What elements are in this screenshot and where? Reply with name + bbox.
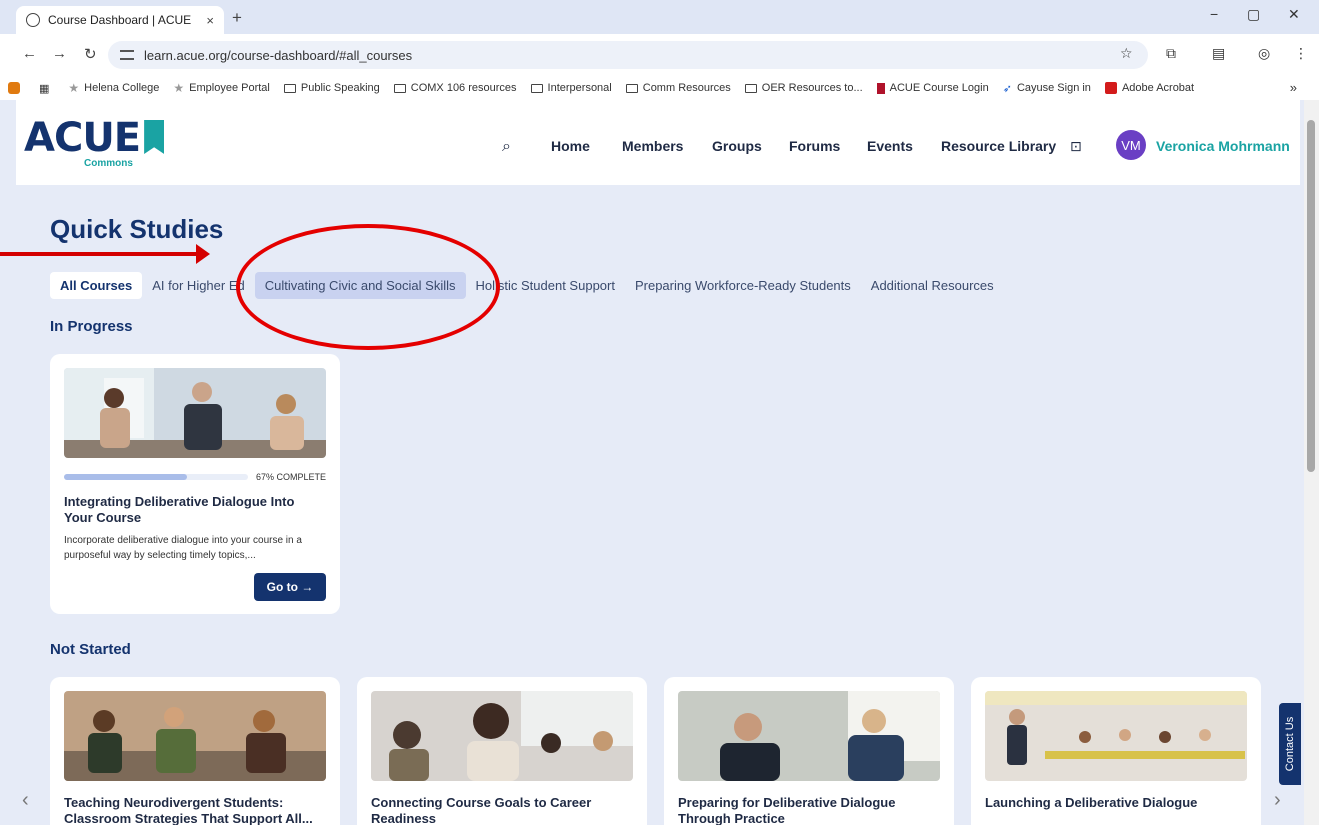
bookmark-cayuse[interactable]: ➶ Cayuse Sign in <box>1003 82 1091 95</box>
search-icon[interactable]: ⌕ <box>502 138 511 156</box>
course-title[interactable]: Launching a Deliberative Dialogue <box>985 795 1247 811</box>
course-thumbnail <box>371 691 633 781</box>
logo-flag-icon <box>144 120 165 154</box>
acue-logo[interactable]: ACUE Commons <box>24 115 165 169</box>
logo-text: ACUE <box>24 115 141 161</box>
folder-icon <box>393 83 406 93</box>
nav-home[interactable]: Home <box>551 138 590 154</box>
course-thumbnail <box>678 691 940 781</box>
logo-subtitle: Commons <box>84 158 133 169</box>
bookmark-adobe-acrobat[interactable]: Adobe Acrobat <box>1104 82 1194 94</box>
close-window-button[interactable]: ✕ <box>1288 6 1300 23</box>
progress-fill <box>64 474 188 480</box>
avatar[interactable]: VM <box>1116 130 1146 160</box>
course-thumbnail <box>64 691 326 781</box>
course-card-in-progress[interactable]: 67% COMPLETE Integrating Deliberative Di… <box>50 354 340 614</box>
scrollbar-thumb[interactable] <box>1307 120 1315 472</box>
url-text: learn.acue.org/course-dashboard/#all_cou… <box>144 47 413 63</box>
course-card[interactable]: Teaching Neurodivergent Students: Classr… <box>50 677 340 825</box>
course-thumbnail <box>64 368 326 458</box>
page-title: Quick Studies <box>50 214 224 244</box>
star-icon: ★ <box>68 81 80 95</box>
course-title[interactable]: Integrating Deliberative Dialogue Into Y… <box>64 494 314 526</box>
bookmark-star-icon[interactable]: ☆ <box>1120 45 1133 62</box>
course-title[interactable]: Teaching Neurodivergent Students: Classr… <box>64 795 326 825</box>
annotation-arrow <box>0 252 200 256</box>
acrobat-icon <box>1104 82 1117 94</box>
tab-all-courses[interactable]: All Courses <box>50 271 143 299</box>
carousel-next-icon[interactable]: › <box>1274 789 1281 812</box>
apps-grid-icon[interactable]: ▦ <box>39 82 54 95</box>
bookmark-public-speaking[interactable]: Public Speaking <box>283 82 380 94</box>
not-started-heading: Not Started <box>50 641 131 658</box>
course-title[interactable]: Connecting Course Goals to Career Readin… <box>371 795 633 825</box>
inbox-icon[interactable]: ⊡ <box>1070 138 1082 155</box>
course-description: Incorporate deliberative dialogue into y… <box>64 535 302 561</box>
extension-icon[interactable] <box>8 82 25 94</box>
minimize-button[interactable]: − <box>1210 6 1218 22</box>
nav-groups[interactable]: Groups <box>712 138 762 154</box>
folder-icon <box>283 83 296 93</box>
course-title[interactable]: Preparing for Deliberative Dialogue Thro… <box>678 795 940 825</box>
nav-members[interactable]: Members <box>622 138 683 154</box>
annotation-arrow-head <box>196 244 210 264</box>
course-card[interactable]: Launching a Deliberative Dialogue <box>971 677 1261 825</box>
course-filter-tabs: All Courses AI for Higher Ed Cultivating… <box>50 270 1004 300</box>
address-bar[interactable]: learn.acue.org/course-dashboard/#all_cou… <box>108 41 1148 69</box>
folder-icon <box>625 83 638 93</box>
reading-list-icon[interactable]: ▤ <box>1212 45 1225 62</box>
forward-arrow-icon[interactable]: → <box>52 45 67 62</box>
browser-tab[interactable]: Course Dashboard | ACUE × <box>16 6 224 34</box>
globe-icon <box>26 13 40 27</box>
new-tab-button[interactable]: + <box>232 8 242 28</box>
nav-resource-library[interactable]: Resource Library <box>941 138 1056 154</box>
star-icon: ★ <box>173 81 185 95</box>
site-settings-icon[interactable] <box>120 50 134 60</box>
site-header: ACUE Commons ⌕ Home Members Groups Forum… <box>16 100 1300 185</box>
browser-navbar: ← → ↻ learn.acue.org/course-dashboard/#a… <box>0 34 1319 76</box>
bookmark-helena-college[interactable]: ★ Helena College <box>68 81 159 95</box>
bookmark-icon <box>876 82 885 94</box>
bookmark-comx106[interactable]: COMX 106 resources <box>393 82 517 94</box>
browser-tabbar: Course Dashboard | ACUE × + − ▢ ✕ <box>0 0 1319 34</box>
course-thumbnail <box>985 691 1247 781</box>
folder-icon <box>530 83 543 93</box>
profile-icon[interactable]: ◎ <box>1258 45 1270 62</box>
user-name[interactable]: Veronica Mohrmann <box>1156 138 1290 154</box>
bookmark-interpersonal[interactable]: Interpersonal <box>530 82 612 94</box>
cayuse-icon: ➶ <box>1002 82 1012 95</box>
nav-events[interactable]: Events <box>867 138 913 154</box>
tab-close-icon[interactable]: × <box>206 13 214 28</box>
back-arrow-icon[interactable]: ← <box>22 45 37 62</box>
bookmark-employee-portal[interactable]: ★ Employee Portal <box>173 81 269 95</box>
tab-workforce-ready[interactable]: Preparing Workforce-Ready Students <box>625 272 861 299</box>
contact-us-button[interactable]: Contact Us <box>1279 703 1301 785</box>
progress-bar <box>64 474 248 480</box>
restore-button[interactable]: ▢ <box>1247 6 1260 23</box>
extensions-icon[interactable]: ⧉ <box>1166 45 1176 62</box>
nav-forums[interactable]: Forums <box>789 138 840 154</box>
course-card[interactable]: Preparing for Deliberative Dialogue Thro… <box>664 677 954 825</box>
course-card[interactable]: Connecting Course Goals to Career Readin… <box>357 677 647 825</box>
carousel-prev-icon[interactable]: ‹ <box>22 789 29 812</box>
tab-additional-resources[interactable]: Additional Resources <box>861 272 1004 299</box>
bookmark-comm-resources[interactable]: Comm Resources <box>625 82 731 94</box>
progress-label: 67% COMPLETE <box>256 472 327 482</box>
tab-title: Course Dashboard | ACUE <box>48 13 192 27</box>
bookmark-acue-login[interactable]: ACUE Course Login <box>876 82 989 94</box>
menu-icon[interactable]: ⋮ <box>1294 45 1308 62</box>
in-progress-heading: In Progress <box>50 318 133 335</box>
annotation-circle <box>236 224 500 350</box>
go-to-button[interactable]: Go to → <box>254 573 326 601</box>
folder-icon <box>744 83 757 93</box>
reload-icon[interactable]: ↻ <box>84 45 97 63</box>
bookmarks-bar: ▦ ★ Helena College ★ Employee Portal Publi… <box>0 76 1319 100</box>
more-bookmarks-icon[interactable]: » <box>1290 80 1297 95</box>
bookmark-oer-resources[interactable]: OER Resources to... <box>744 82 863 94</box>
